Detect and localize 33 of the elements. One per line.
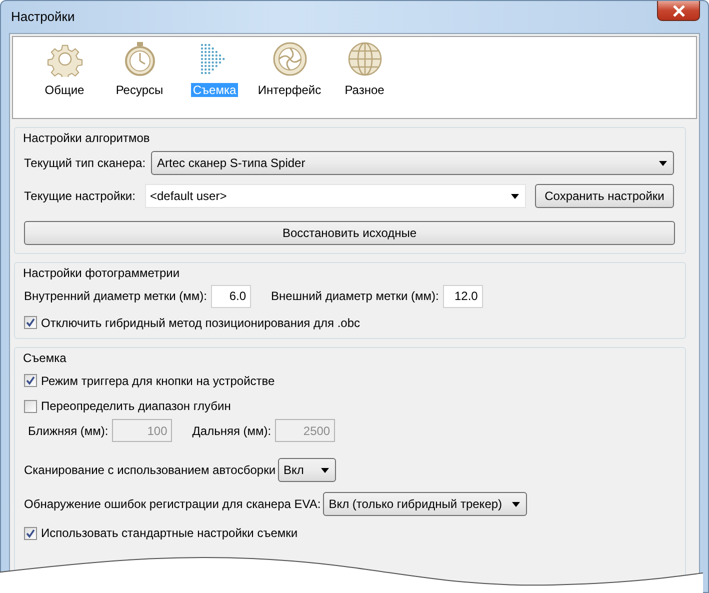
field-label: Внешний диаметр метки (мм): bbox=[271, 289, 439, 304]
tab[interactable]: Общие bbox=[27, 41, 102, 118]
combo-field[interactable]: <default user> bbox=[145, 184, 526, 208]
tab-label: Съемка bbox=[190, 83, 238, 98]
field-label: Ближняя (мм): bbox=[28, 424, 108, 438]
number-field[interactable]: 12.0 bbox=[442, 284, 483, 308]
dropdown[interactable]: Вкл bbox=[278, 458, 336, 482]
checkbox-label: Режим триггера для кнопки на устройстве bbox=[41, 374, 275, 388]
tab[interactable]: Ресурсы bbox=[102, 41, 177, 118]
tab-label: Ресурсы bbox=[114, 83, 164, 98]
checkbox-label: Использовать стандартные настройки съемки bbox=[41, 526, 298, 541]
number-field[interactable]: 6.0 bbox=[211, 284, 252, 308]
field-label: Сканирование с использованием автосборки bbox=[24, 463, 276, 478]
window-title: Настройки bbox=[10, 9, 75, 25]
field-label: Текущие настройки: bbox=[24, 189, 136, 204]
dropdown[interactable]: Artec сканер S-типа Spider bbox=[151, 151, 674, 176]
checkbox-label: Переопределить диапазон глубин bbox=[41, 398, 231, 414]
save-button[interactable]: Сохранить настройки bbox=[535, 184, 674, 208]
tab[interactable]: Интерфейс bbox=[252, 41, 327, 118]
dropdown[interactable]: Вкл (только гибридный трекер) bbox=[322, 492, 527, 516]
tab-label: Интерфейс bbox=[256, 83, 322, 98]
tab-label: Разное bbox=[344, 83, 386, 98]
field-label: Дальняя (мм): bbox=[192, 424, 272, 438]
tab[interactable]: Разное bbox=[327, 41, 402, 118]
reset-button[interactable]: Восстановить исходные bbox=[24, 221, 675, 246]
tab-label: Общие bbox=[44, 83, 86, 98]
field-label: Текущий тип сканера: bbox=[24, 156, 147, 171]
group-title: Настройки алгоритмов bbox=[23, 131, 151, 146]
group-title: Съемка bbox=[23, 351, 68, 366]
field-label: Обнаружение ошибок регистрации для сканера EVA: bbox=[24, 497, 321, 512]
checkbox-label: Отключить гибридный метод позиционирования для .obc bbox=[41, 316, 360, 330]
field-label: Внутренний диаметр метки (мм): bbox=[24, 289, 208, 304]
group-title: Настройки фотограмметрии bbox=[23, 266, 181, 281]
